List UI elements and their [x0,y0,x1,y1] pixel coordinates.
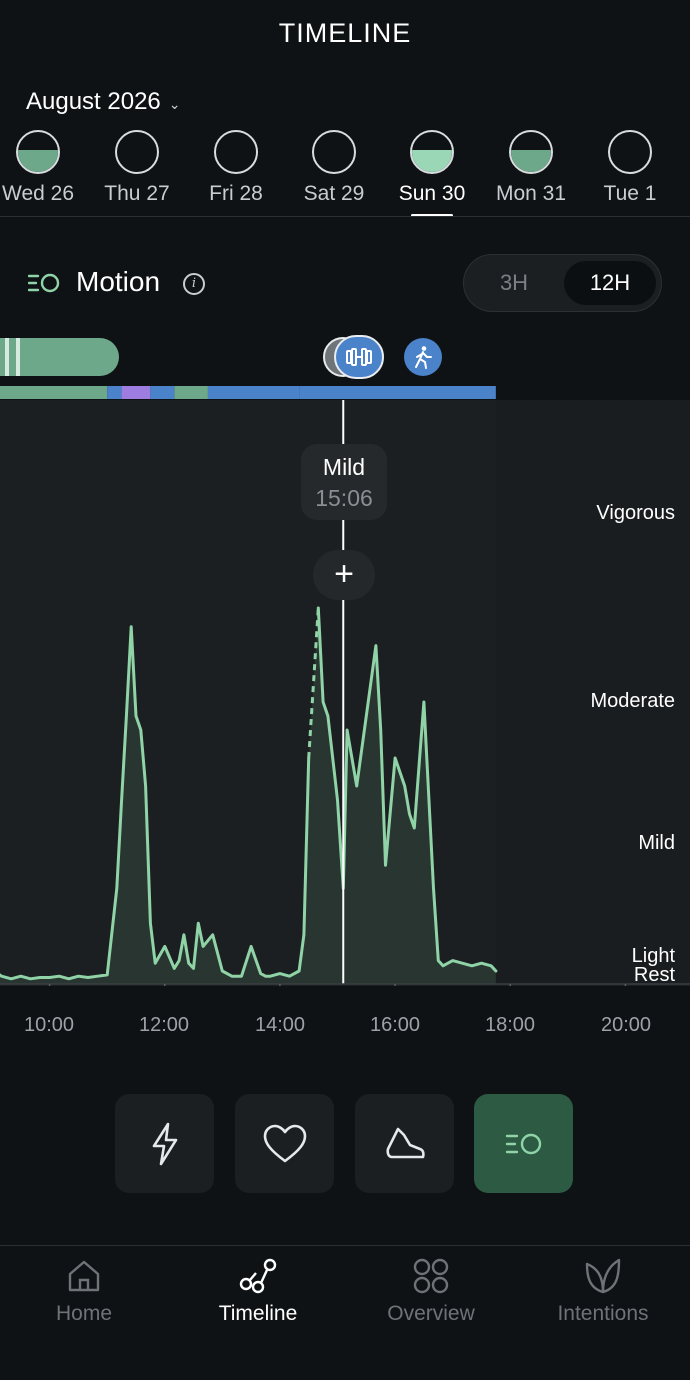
day-ring-icon [16,130,60,174]
motion-metric-button[interactable] [474,1094,573,1193]
nav-label: Intentions [557,1302,649,1325]
activity-segment[interactable] [0,338,119,376]
day-item-fri-28[interactable]: Fri 28 [186,130,286,206]
timeline-icon [239,1258,277,1294]
motion-area [0,608,496,984]
activity-stripe-segment [121,386,151,399]
nav-intentions[interactable]: Intentions [533,1256,673,1326]
activity-stripe-segment [0,386,108,399]
divider [0,216,690,217]
page-title: TIMELINE [278,18,412,48]
overview-icon [413,1258,449,1294]
day-item-thu-27[interactable]: Thu 27 [87,130,187,206]
month-label: August 2026 [26,88,161,115]
motion-icon [28,273,60,293]
toggle-3h-button[interactable]: 3H [470,261,558,305]
x-tick-label: 18:00 [484,1014,536,1036]
nav-label: Home [55,1302,113,1325]
day-item-sat-29[interactable]: Sat 29 [284,130,384,206]
x-tick-label: 14:00 [254,1014,306,1036]
activity-stripe-segment [107,386,122,399]
shoe-icon [385,1127,425,1158]
heart-icon [263,1124,306,1162]
toggle-12h-button[interactable]: 12H [564,261,656,305]
level-label-vigorous: Vigorous [596,502,675,524]
nav-label: Timeline [218,1302,298,1325]
nav-label: Overview [387,1302,475,1325]
x-tick-label: 20:00 [600,1014,652,1036]
energy-metric-button[interactable] [115,1094,214,1193]
section-title: Motion [76,266,161,297]
day-label: Tue 1 [603,182,657,205]
cursor-tooltip: Mild 15:06 [301,444,387,520]
x-tick-label: 16:00 [369,1014,421,1036]
day-label: Fri 28 [209,182,263,205]
activity-stripe [0,386,496,399]
day-item-sun-30[interactable]: Sun 30 [382,130,482,217]
level-label-mild: Mild [638,832,675,854]
day-item-tue-1[interactable]: Tue 1 [580,130,680,206]
home-icon [68,1260,100,1292]
day-item-mon-31[interactable]: Mon 31 [481,130,581,206]
day-ring-icon [115,130,159,174]
dumbbell-icon [346,348,372,366]
chevron-down-icon: ⌄ [168,95,181,112]
workout-tag[interactable] [334,335,384,379]
tooltip-time: 15:06 [315,485,373,511]
activity-stripe-segment [174,386,208,399]
level-label-rest: Rest [633,964,675,986]
tooltip-level: Mild [322,454,366,480]
day-label: Wed 26 [2,182,74,205]
walking-tag[interactable] [404,338,442,376]
lightning-icon [152,1122,177,1165]
activity-stripe-segment [207,386,300,399]
day-ring-icon [214,130,258,174]
leaf-icon [585,1258,621,1294]
info-icon[interactable]: i [183,273,205,295]
motion-icon [505,1133,541,1154]
day-item-wed-26[interactable]: Wed 26 [0,130,88,206]
day-ring-icon [312,130,356,174]
activity-stripe-segment [299,386,496,399]
x-tick-label: 12:00 [138,1014,190,1036]
walking-icon [415,346,432,369]
level-label-moderate: Moderate [590,690,676,712]
day-ring-icon [509,130,553,174]
day-label: Thu 27 [104,182,170,205]
day-ring-icon [608,130,652,174]
nav-home[interactable]: Home [14,1256,154,1326]
month-selector[interactable]: August 2026 ⌄ [26,88,181,116]
x-tick-label: 10:00 [23,1014,75,1036]
day-label: Mon 31 [495,182,567,205]
day-label: Sun 30 [398,182,466,205]
steps-metric-button[interactable] [355,1094,454,1193]
day-label: Sat 29 [303,182,365,205]
add-button[interactable]: + [313,550,375,600]
divider [0,1245,690,1246]
nav-timeline[interactable]: Timeline [188,1256,328,1326]
nav-overview[interactable]: Overview [361,1256,501,1326]
day-ring-icon [410,130,454,174]
range-toggle: 3H 12H [463,254,662,312]
heart-metric-button[interactable] [235,1094,334,1193]
activity-stripe-segment [150,386,175,399]
